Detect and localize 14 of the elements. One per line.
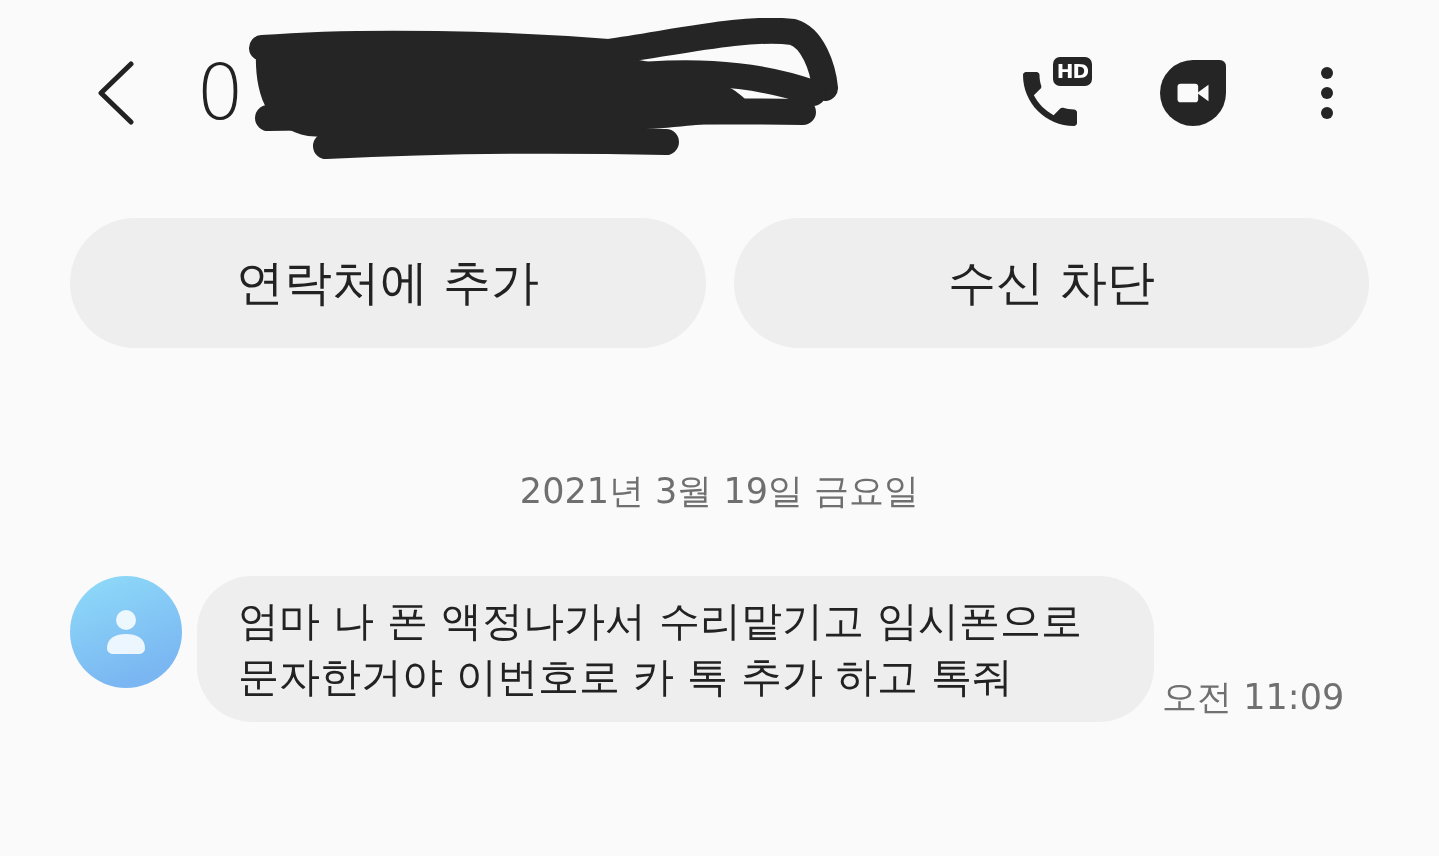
contact-number: 0 [196, 55, 245, 131]
contact-action-button[interactable]: 수신 차단 [733, 218, 1369, 348]
hd-call-button[interactable]: HD [1020, 57, 1092, 129]
back-button[interactable] [96, 60, 136, 126]
message-bubble: 엄마 나 폰 액정나가서 수리맡기고 임시폰으로 문자한거야 이번호로 카 톡 추가 하고 톡줘 [197, 576, 1155, 722]
video-camera-icon [1160, 60, 1226, 126]
date-divider: 2021년 3월 19일 금요일 [519, 470, 920, 513]
contact-action-button[interactable]: 연락처에 추가 [70, 218, 706, 348]
avatar-icon [70, 576, 182, 688]
back-icon [98, 61, 134, 125]
hd-badge: HD [1052, 57, 1092, 86]
more-options-icon [1320, 66, 1334, 120]
video-call-button[interactable] [1160, 60, 1226, 126]
message-time: 오전 11:09 [1162, 676, 1345, 719]
